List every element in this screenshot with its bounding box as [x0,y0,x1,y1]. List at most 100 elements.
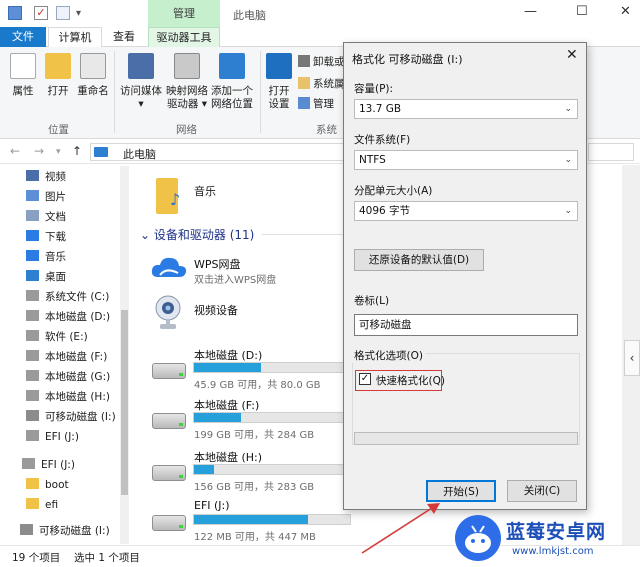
filesystem-select[interactable]: NTFS ⌄ [354,150,578,170]
refresh-area[interactable] [588,143,634,161]
chevron-left-icon[interactable]: ‹ [624,340,640,376]
wps-title[interactable]: WPS网盘 [194,256,241,272]
group-divider [114,51,115,133]
tab-file[interactable]: 文件 [0,27,46,47]
uninstall-button[interactable]: 卸载或 [298,55,345,69]
sidebar-item[interactable]: 本地磁盘 (F:) [26,348,107,366]
music-folder-label[interactable]: 音乐 [194,183,216,199]
capacity-select[interactable]: 13.7 GB ⌄ [354,99,578,119]
wps-subtitle: 双击进入WPS网盘 [194,275,277,286]
uninstall-icon [298,55,310,67]
sidebar-item[interactable]: EFI (J:) [22,456,75,474]
drive-led [179,475,183,478]
volume-label-input[interactable]: 可移动磁盘 [354,314,578,336]
sidebar-item[interactable]: 视频 [26,168,66,186]
hard-drive-icon[interactable] [152,515,186,531]
drive-name[interactable]: 本地磁盘 (D:) [194,347,262,363]
sidebar-item[interactable]: 图片 [26,188,66,206]
tab-computer[interactable]: 计算机 [48,27,102,47]
webcam-icon[interactable] [152,294,184,332]
drive-name[interactable]: 本地磁盘 (H:) [194,449,262,465]
wps-cloud-icon[interactable] [150,253,188,281]
chevron-down-icon: ⌄ [564,206,572,216]
address-field[interactable]: 此电脑 [90,143,350,161]
volume-label: 卷标(L) [354,295,390,307]
sidebar-item[interactable]: 本地磁盘 (H:) [26,388,110,406]
sidebar-item[interactable]: 下载 [26,228,66,246]
up-arrow-icon[interactable]: ↑ [72,144,82,158]
dialog-close-icon[interactable]: ✕ [566,47,578,63]
system-properties-button[interactable]: 系统属 [298,77,345,91]
section-header-devices[interactable]: ⌄ 设备和驱动器 (11) [140,226,254,243]
tab-view[interactable]: 查看 [104,27,144,47]
manage-button[interactable]: 管理 [298,97,334,111]
sidebar-item-label: 文档 [45,211,66,223]
add-network-location-button[interactable]: 添加一个 网络位置 [210,53,254,111]
sidebar-item[interactable]: 可移动磁盘 (I:) [20,522,110,540]
back-arrow-icon[interactable]: ← [10,144,20,158]
sidebar-item-label: 桌面 [45,271,66,283]
drive-name[interactable]: 本地磁盘 (F:) [194,397,259,413]
close-icon[interactable]: ✕ [620,4,631,19]
quick-format-checkbox[interactable]: ✓ [359,373,371,385]
map-drive-button[interactable]: 映射网络 驱动器 ▾ [166,53,208,111]
minimize-icon[interactable]: — [524,4,537,19]
open-button[interactable]: 打开 [44,53,72,98]
drive-space-info: 199 GB 可用，共 284 GB [194,430,315,441]
window-title: 此电脑 [233,9,266,22]
documents-icon [26,210,39,221]
sidebar-item[interactable]: 音乐 [26,248,66,266]
hard-drive-icon[interactable] [152,413,186,429]
breadcrumb: 此电脑 [123,148,156,161]
drive-icon [26,290,39,301]
sidebar-item-label: 系统文件 (C:) [45,291,110,303]
downloads-icon [26,230,39,241]
sidebar-item-label: 图片 [45,191,66,203]
folder-icon [26,478,39,489]
sidebar-item[interactable]: efi [26,496,58,514]
sidebar-item-label: EFI (J:) [41,459,75,471]
properties-button[interactable]: 属性 [8,53,38,98]
access-media-button[interactable]: 访问媒体 ▾ [120,53,162,111]
drive-space-info: 156 GB 可用，共 283 GB [194,482,315,493]
drive-icon [26,430,39,441]
forward-arrow-icon[interactable]: → [34,144,44,158]
sidebar-item[interactable]: 软件 (E:) [26,328,88,346]
close-button[interactable]: 关闭(C) [507,480,577,502]
allocation-select[interactable]: 4096 字节 ⌄ [354,201,578,221]
chevron-down-icon[interactable]: ▾ [76,8,81,19]
sidebar-item[interactable]: 文档 [26,208,66,226]
hard-drive-icon[interactable] [152,465,186,481]
group-divider [260,51,261,133]
title-bar: ✓ ▾ 管理 此电脑 — ☐ ✕ [0,0,640,27]
maximize-icon[interactable]: ☐ [576,4,588,19]
sidebar-item[interactable]: 本地磁盘 (D:) [26,308,110,326]
sidebar-item[interactable]: 本地磁盘 (G:) [26,368,110,386]
restore-defaults-button[interactable]: 还原设备的默认值(D) [354,249,484,271]
new-file-icon[interactable] [56,6,70,20]
tab-drive-tools[interactable]: 驱动器工具 [148,27,220,47]
start-button[interactable]: 开始(S) [426,480,496,502]
sidebar-item[interactable]: 桌面 [26,268,66,286]
video-device-label[interactable]: 视频设备 [194,302,238,318]
quick-format-label[interactable]: 快速格式化(Q) [376,373,445,388]
checkmark-icon[interactable]: ✓ [34,6,48,20]
recent-chevron-icon[interactable]: ▾ [56,147,61,157]
media-icon [128,53,154,79]
drive-usage-bar [193,464,351,475]
hard-drive-icon[interactable] [152,363,186,379]
drive-space-info: 122 MB 可用，共 447 MB [194,532,316,543]
sidebar-item-label: 可移动磁盘 (I:) [39,525,110,537]
sidebar-item[interactable]: boot [26,476,69,494]
sidebar-item[interactable]: EFI (J:) [26,428,79,446]
drive-name[interactable]: EFI (J:) [194,499,230,512]
manage-tab[interactable]: 管理 [148,0,220,27]
open-settings-button[interactable]: 打开 设置 [264,53,294,111]
section-divider [262,234,352,235]
sidebar-item[interactable]: 系统文件 (C:) [26,288,109,306]
folder-icon[interactable] [8,6,22,20]
sidebar-item[interactable]: 可移动磁盘 (I:) [26,408,116,426]
rename-button[interactable]: 重命名 [76,53,110,98]
nav-scrollbar-thumb[interactable] [121,310,128,495]
drive-led [179,373,183,376]
